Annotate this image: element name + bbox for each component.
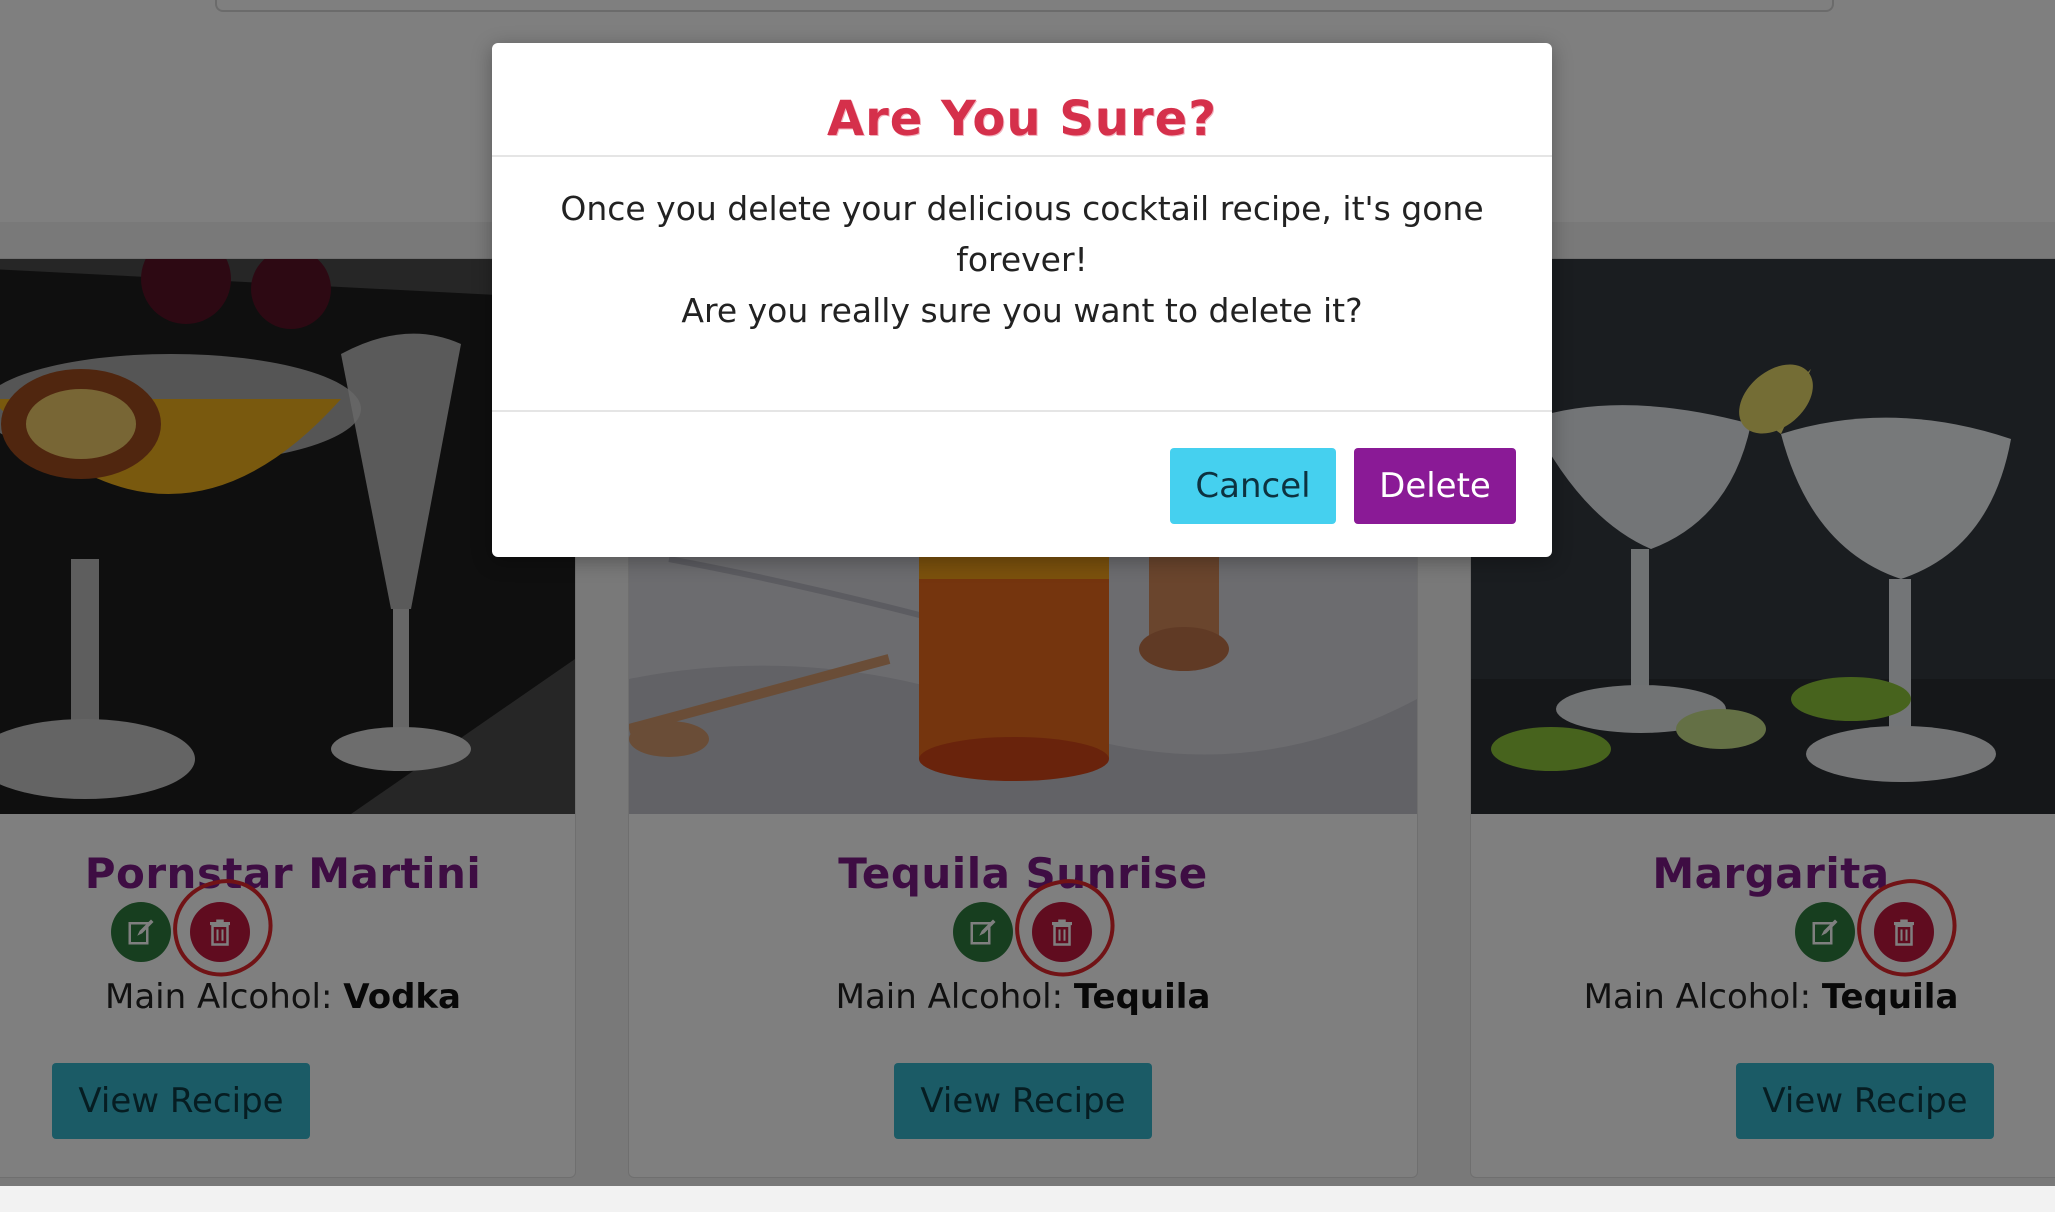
modal-footer: Cancel Delete — [492, 410, 1552, 559]
modal-header: Are You Sure? — [492, 43, 1552, 157]
modal-title: Are You Sure? — [826, 91, 1218, 147]
modal-body: Once you delete your delicious cocktail … — [532, 183, 1512, 336]
cancel-button[interactable]: Cancel — [1170, 448, 1336, 524]
delete-confirmation-modal: Are You Sure? Once you delete your delic… — [492, 43, 1552, 557]
confirm-delete-button[interactable]: Delete — [1354, 448, 1516, 524]
modal-question: Are you really sure you want to delete i… — [681, 291, 1363, 330]
modal-message: Once you delete your delicious cocktail … — [560, 189, 1484, 279]
